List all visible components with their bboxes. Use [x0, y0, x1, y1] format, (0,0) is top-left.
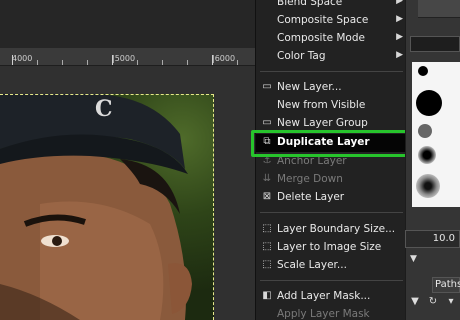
dock-filter-field[interactable]: [410, 36, 460, 52]
brush-preview[interactable]: [418, 66, 428, 76]
ruler-label-6000: |6000: [212, 54, 236, 63]
menu-item-layer-to-image-size[interactable]: ⬚ Layer to Image Size: [256, 239, 407, 257]
menu-item-composite-space[interactable]: Composite Space ▶: [256, 12, 407, 30]
menu-item-new-layer[interactable]: ▭ New Layer...: [256, 79, 407, 97]
menu-item-layer-boundary-size[interactable]: ⬚ Layer Boundary Size...: [256, 221, 407, 239]
brush-preview[interactable]: [418, 124, 432, 138]
menu-label: Composite Space: [277, 14, 369, 26]
mask-icon: ◧: [262, 290, 272, 301]
layers-context-menu: Blend Space ▶ Composite Space ▶ Composit…: [255, 0, 407, 320]
menu-label: Composite Mode: [277, 32, 365, 44]
submenu-arrow-icon: ▶: [396, 14, 403, 24]
ruler-tick: [137, 60, 138, 65]
submenu-arrow-icon: ▶: [396, 32, 403, 42]
menu-item-new-from-visible[interactable]: New from Visible: [256, 97, 407, 115]
menu-label: Anchor Layer: [277, 155, 347, 167]
menu-item-delete-layer[interactable]: ⊠ Delete Layer: [256, 189, 407, 207]
menu-label: Merge Down: [277, 173, 343, 185]
menu-item-new-layer-group[interactable]: ▭ New Layer Group: [256, 115, 407, 133]
menu-label: New from Visible: [277, 99, 366, 111]
menu-item-blend-space[interactable]: Blend Space ▶: [256, 0, 407, 12]
menu-label: Color Tag: [277, 50, 326, 62]
menu-item-merge-down[interactable]: ⇊ Merge Down: [256, 171, 407, 189]
image-canvas-area[interactable]: 4000 |5000 |6000 C: [0, 0, 255, 320]
menu-label: New Layer Group: [277, 117, 368, 129]
menu-separator: [260, 212, 403, 213]
new-layer-icon: ▭: [262, 81, 272, 92]
ruler-tick: [62, 60, 63, 65]
ruler-tick: [212, 55, 213, 65]
tab-paths[interactable]: Paths: [432, 277, 460, 293]
menu-label: New Layer...: [277, 81, 342, 93]
new-group-icon: ▭: [262, 117, 272, 128]
horizontal-ruler[interactable]: 4000 |5000 |6000: [0, 48, 255, 66]
ruler-tick: [162, 60, 163, 65]
ruler-tick: [87, 60, 88, 65]
ruler-label-4000: 4000: [12, 54, 33, 63]
ruler-tick: [187, 60, 188, 65]
menu-label: Layer to Image Size: [277, 241, 382, 253]
duplicate-icon: ⧉: [263, 136, 271, 147]
brush-preview[interactable]: [416, 90, 442, 116]
chevron-down-icon[interactable]: ▼: [410, 254, 424, 268]
menu-label: Add Layer Mask...: [277, 290, 371, 302]
photo-layer[interactable]: C: [0, 94, 214, 320]
dock-tab[interactable]: [418, 0, 460, 18]
portrait-image: C: [0, 94, 192, 320]
menu-label: Blend Space: [277, 0, 343, 8]
menu-item-apply-layer-mask[interactable]: Apply Layer Mask: [256, 306, 407, 320]
opacity-value: 10.0: [432, 233, 455, 244]
brushes-panel[interactable]: [412, 62, 460, 207]
image-size-icon: ⬚: [262, 241, 272, 252]
refresh-icon[interactable]: ↻: [426, 296, 440, 310]
scale-icon: ⬚: [262, 259, 272, 270]
delete-icon: ⊠: [262, 191, 272, 202]
menu-label: Apply Layer Mask: [277, 308, 370, 320]
menu-label: Scale Layer...: [277, 259, 347, 271]
boundary-icon: ⬚: [262, 223, 272, 234]
brush-preview[interactable]: [418, 146, 436, 164]
submenu-arrow-icon: ▶: [396, 0, 403, 6]
chevron-down-icon[interactable]: ▼: [408, 296, 422, 310]
anchor-icon: ⚓: [262, 155, 272, 166]
ruler-tick: [237, 60, 238, 65]
dock-toolbar: ▼ ↻ ▾: [408, 296, 460, 312]
chevron-down-icon[interactable]: ▾: [444, 296, 458, 310]
ruler-tick: [37, 60, 38, 65]
menu-label: Delete Layer: [277, 191, 345, 203]
menu-item-scale-layer[interactable]: ⬚ Scale Layer...: [256, 257, 407, 275]
merge-down-icon: ⇊: [262, 173, 272, 184]
menu-item-color-tag[interactable]: Color Tag ▶: [256, 48, 407, 66]
menu-item-anchor-layer[interactable]: ⚓ Anchor Layer: [256, 153, 407, 171]
svg-text:C: C: [95, 96, 113, 122]
menu-separator: [260, 71, 403, 72]
brush-preview[interactable]: [416, 174, 440, 198]
ruler-tick: [12, 55, 13, 65]
menu-item-composite-mode[interactable]: Composite Mode ▶: [256, 30, 407, 48]
menu-label: Duplicate Layer: [277, 136, 370, 148]
submenu-arrow-icon: ▶: [396, 50, 403, 60]
canvas-top-bar: [0, 0, 255, 48]
menu-item-duplicate-layer[interactable]: ⧉ Duplicate Layer: [256, 134, 407, 152]
opacity-spinner[interactable]: 10.0: [405, 230, 460, 248]
menu-item-add-layer-mask[interactable]: ◧ Add Layer Mask...: [256, 288, 407, 306]
ruler-tick: [112, 55, 113, 65]
paths-tab-label: Paths: [435, 279, 460, 290]
menu-label: Layer Boundary Size...: [277, 223, 396, 235]
ruler-label-5000: |5000: [112, 54, 136, 63]
menu-separator: [260, 280, 403, 281]
